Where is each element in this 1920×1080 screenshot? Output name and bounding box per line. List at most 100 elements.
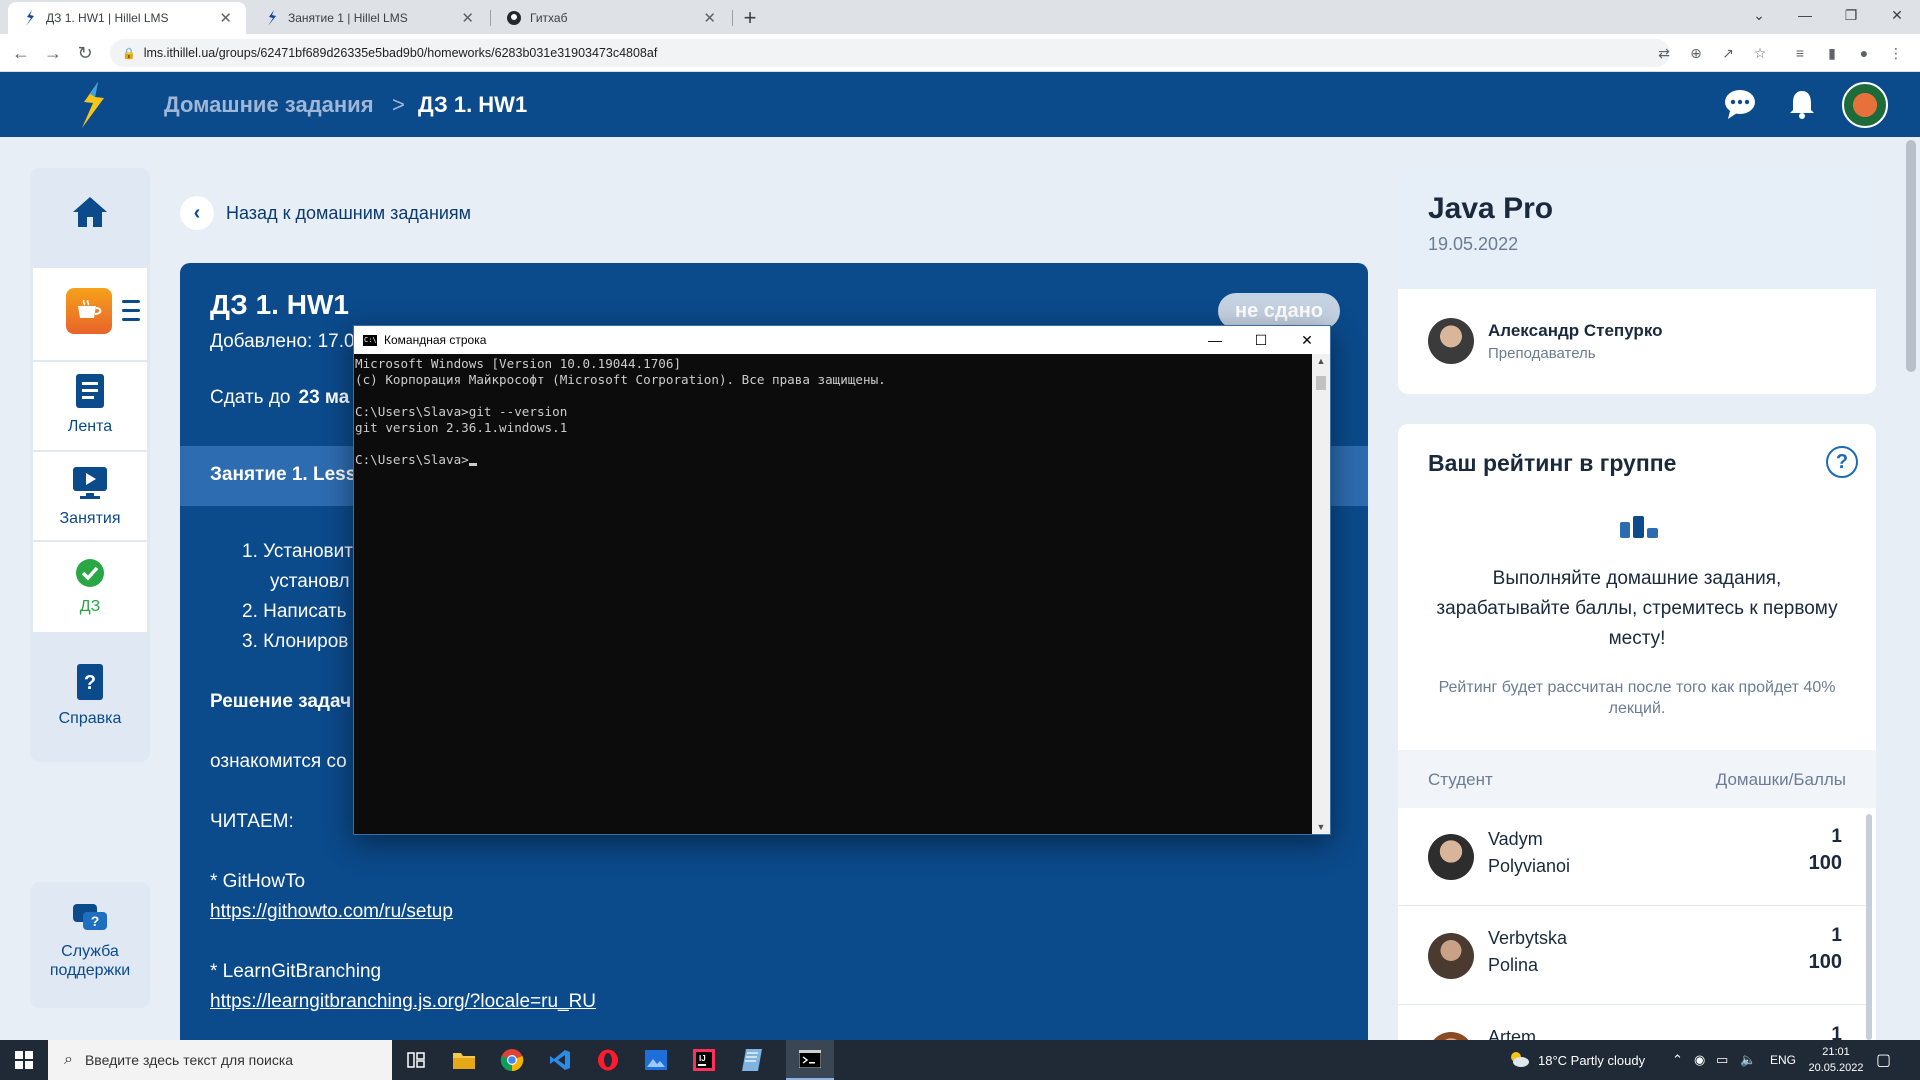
close-window-icon[interactable]: ✕ [1874, 0, 1920, 30]
close-icon[interactable]: ✕ [1284, 326, 1330, 354]
url-text: lms.ithillel.ua/groups/62471bf689d26335e… [143, 46, 658, 60]
vscode-icon[interactable] [536, 1040, 584, 1080]
profile-icon[interactable]: ● [1852, 41, 1876, 65]
svg-text:IJ: IJ [699, 1054, 706, 1063]
browser-tab-github[interactable]: Гитхаб ✕ [492, 2, 730, 34]
avatar [1428, 1032, 1474, 1040]
student-name: Artem [1488, 1027, 1537, 1040]
intellij-idea-icon[interactable]: IJ [680, 1040, 728, 1080]
status-badge: не сдано [1218, 293, 1340, 329]
cmd-window[interactable]: C:\ Командная строка — ☐ ✕ Microsoft Win… [353, 325, 1331, 835]
teacher-role: Преподаватель [1488, 344, 1596, 362]
breadcrumb-separator: > [392, 91, 405, 117]
browser-tab-lesson1[interactable]: Занятие 1 | Hillel LMS ✕ [250, 2, 488, 34]
scroll-down-icon[interactable]: ▼ [1312, 822, 1330, 832]
back-arrow-icon[interactable]: ← [8, 40, 34, 66]
column-points: Домашки/Баллы [1715, 770, 1846, 789]
table-row[interactable]: Verbytska Polina 1 100 [1398, 907, 1866, 1005]
command-prompt-taskbar-icon[interactable] [786, 1040, 834, 1080]
console-line: (c) Корпорация Майкрософт (Microsoft Cor… [355, 372, 886, 387]
minimize-icon[interactable]: — [1192, 326, 1238, 354]
reading-list-icon[interactable]: ≡ [1788, 41, 1812, 65]
table-row[interactable]: Vadym Polyvianoi 1 100 [1398, 808, 1866, 906]
rating-table-header: Студент Домашки/Баллы [1398, 750, 1876, 808]
notifications-icon[interactable]: ▢ [1876, 1040, 1891, 1080]
support-button[interactable]: ? Служба поддержки [30, 882, 150, 1008]
new-tab-plus-icon[interactable]: + [736, 4, 764, 32]
windows-start-icon[interactable] [0, 1040, 48, 1080]
tab-search-chevron-icon[interactable]: ⌄ [1736, 0, 1782, 30]
forward-arrow-icon[interactable]: → [40, 40, 66, 66]
side-panel-icon[interactable]: ▮ [1820, 41, 1844, 65]
zoom-icon[interactable]: ⊕ [1684, 41, 1708, 65]
sidebar-item-feed[interactable]: Лента [30, 374, 150, 436]
help-question-icon[interactable]: ? [1826, 446, 1858, 478]
menu-kebab-icon[interactable]: ⋮ [1884, 41, 1908, 65]
terminal-icon: C:\ [363, 334, 377, 346]
photos-icon[interactable] [632, 1040, 680, 1080]
network-icon[interactable]: ▭ [1716, 1040, 1728, 1080]
cmd-titlebar[interactable]: C:\ Командная строка — ☐ ✕ [354, 326, 1330, 354]
student-homeworks: 1 [1831, 1024, 1842, 1040]
back-to-homeworks-link[interactable]: ‹ Назад к домашним заданиям [180, 196, 471, 230]
hillel-logo-icon[interactable] [76, 82, 108, 128]
reload-icon[interactable]: ↻ [72, 40, 98, 66]
feed-icon [76, 374, 104, 408]
minimize-window-icon[interactable]: — [1782, 0, 1828, 30]
learngitbranching-link[interactable]: https://learngitbranching.js.org/?locale… [210, 991, 596, 1013]
taskbar-search-input[interactable]: ⌕ Введите здесь текст для поиска [48, 1040, 392, 1080]
task-view-icon[interactable] [392, 1040, 440, 1080]
translate-icon[interactable]: ⇄ [1652, 41, 1676, 65]
task-item: 1. Установит [242, 541, 353, 562]
meet-now-icon[interactable]: ◉ [1694, 1040, 1705, 1080]
notepad-icon[interactable] [728, 1040, 776, 1080]
share-icon[interactable]: ↗ [1716, 41, 1740, 65]
windows-taskbar: ⌕ Введите здесь текст для поиска IJ 18°C… [0, 1040, 1920, 1080]
cmd-console[interactable]: Microsoft Windows [Version 10.0.19044.17… [354, 354, 1312, 834]
close-tab-icon[interactable]: ✕ [219, 9, 232, 27]
table-row[interactable]: Artem 1 [1398, 1006, 1866, 1040]
chat-icon[interactable] [1722, 86, 1758, 122]
console-line: Microsoft Windows [Version 10.0.19044.17… [355, 356, 682, 371]
close-tab-icon[interactable]: ✕ [461, 9, 474, 27]
teacher[interactable]: Александр Степурко Преподаватель [1428, 318, 1662, 364]
weather-widget[interactable]: 18°C Partly cloudy [1508, 1040, 1645, 1080]
sidebar-item-help[interactable]: ? Справка [30, 664, 150, 728]
githowto-link[interactable]: https://githowto.com/ru/setup [210, 901, 453, 923]
scroll-thumb[interactable] [1316, 376, 1326, 390]
rating-list-scrollbar[interactable] [1866, 814, 1872, 1040]
scroll-up-icon[interactable]: ▲ [1312, 356, 1330, 366]
file-explorer-icon[interactable] [440, 1040, 488, 1080]
course-switcher[interactable] [33, 268, 147, 360]
back-label: Назад к домашним заданиям [226, 202, 472, 223]
home-button[interactable] [30, 196, 150, 228]
restore-window-icon[interactable]: ❐ [1828, 0, 1874, 30]
bookmark-star-icon[interactable]: ☆ [1748, 41, 1772, 65]
close-tab-icon[interactable]: ✕ [703, 9, 716, 27]
avatar[interactable] [1842, 82, 1888, 128]
page-scrollbar[interactable] [1906, 140, 1916, 372]
home-icon [73, 197, 107, 227]
tray-chevron-up-icon[interactable]: ⌃ [1672, 1040, 1683, 1080]
sidebar-item-homework[interactable]: ДЗ [30, 558, 150, 616]
chrome-icon[interactable] [488, 1040, 536, 1080]
breadcrumb-homeworks[interactable]: Домашние задания [164, 72, 374, 137]
added-date: Добавлено: 17.0 [210, 331, 355, 352]
bell-icon[interactable] [1784, 86, 1820, 122]
maximize-icon[interactable]: ☐ [1238, 326, 1284, 354]
search-icon: ⌕ [64, 1051, 73, 1068]
volume-icon[interactable]: 🔈 [1740, 1040, 1756, 1080]
left-sidebar: Лента Занятия ДЗ ? Справка [30, 168, 150, 762]
rating-text: Выполняйте домашние задания, зарабатывай… [1436, 568, 1838, 649]
cmd-scrollbar[interactable]: ▲ ▼ [1312, 354, 1330, 834]
browser-tab-hw1[interactable]: ДЗ 1. HW1 | Hillel LMS ✕ [8, 2, 246, 34]
address-bar[interactable]: 🔒 lms.ithillel.ua/groups/62471bf689d2633… [110, 39, 1670, 67]
course-date: 19.05.2022 [1428, 234, 1519, 254]
opera-icon[interactable] [584, 1040, 632, 1080]
system-clock[interactable]: 21:01 20.05.2022 [1800, 1044, 1872, 1076]
sidebar-item-lessons[interactable]: Занятия [30, 466, 150, 528]
homework-title: ДЗ 1. HW1 [210, 289, 349, 320]
language-indicator[interactable]: ENG [1770, 1040, 1796, 1080]
menu-lines-icon [122, 300, 140, 321]
